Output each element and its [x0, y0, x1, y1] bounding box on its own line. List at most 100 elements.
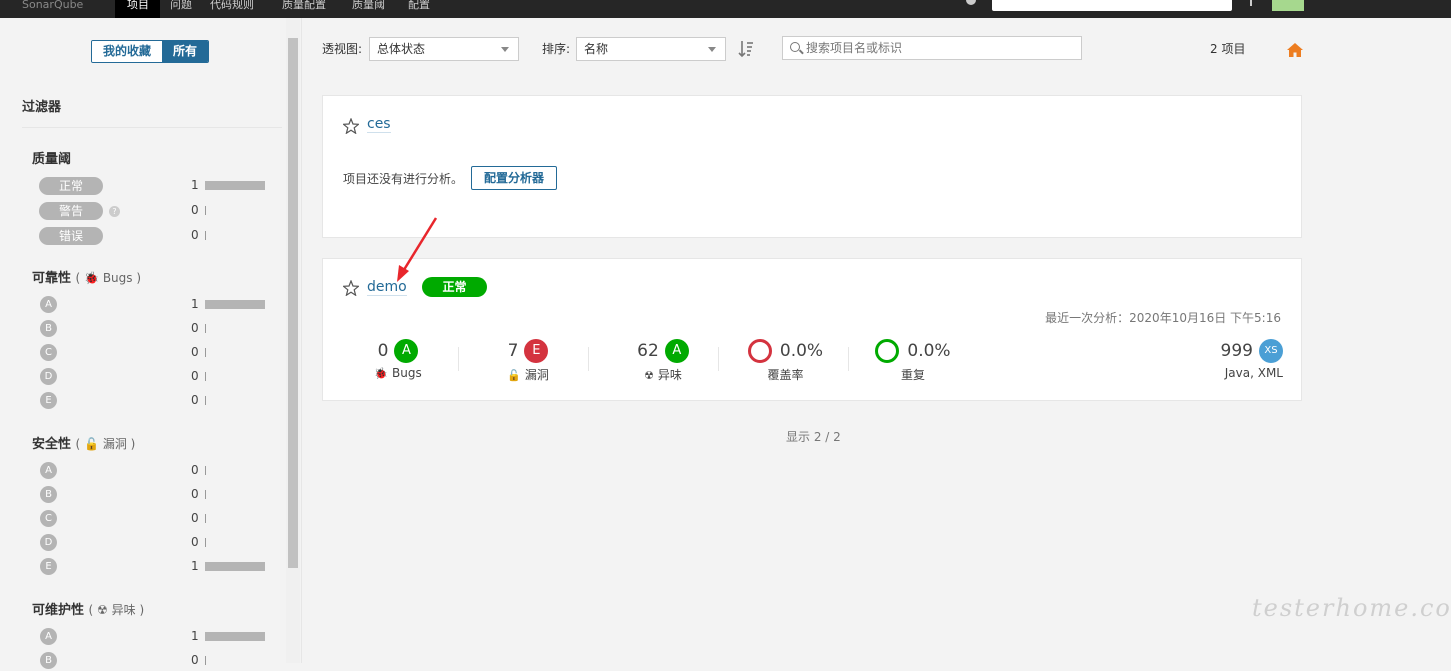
filter-count: 0: [191, 345, 199, 359]
filter-item-qg-passed[interactable]: 正常 1: [32, 176, 272, 196]
coverage-value: 0.0%: [779, 341, 824, 361]
help-icon[interactable]: ?: [109, 206, 120, 217]
filter-bar: [205, 206, 206, 215]
nav-quality-profiles[interactable]: 质量配置: [282, 0, 342, 18]
filter-item-security-e[interactable]: E1: [32, 557, 272, 577]
filters-title: 过滤器: [22, 100, 62, 115]
sort-order-icon[interactable]: [738, 40, 754, 58]
filter-item-reliability-b[interactable]: B0: [32, 319, 272, 339]
top-navigation-bar: SonarQube 项目 问题 代码规则 质量配置 质量阈 配置: [0, 0, 1451, 18]
divider: [588, 347, 589, 371]
filter-item-qg-error[interactable]: 错误 0: [32, 226, 272, 246]
measure-code-smells[interactable]: 62 A ☢ 异味: [618, 339, 708, 385]
sidebar-scrollbar-thumb[interactable]: [288, 38, 298, 568]
status-pill: 错误: [39, 227, 103, 245]
logo[interactable]: SonarQube: [22, 0, 102, 18]
rating-circle: A: [40, 296, 57, 313]
status-pill: 警告: [39, 202, 103, 220]
measure-vulnerabilities[interactable]: 7E 🔓 漏洞: [493, 339, 563, 385]
languages: Java, XML: [1224, 366, 1283, 380]
quality-gate-filter-title: 质量阈: [32, 152, 72, 167]
filter-bar: [205, 181, 265, 190]
all-button[interactable]: 所有: [162, 41, 209, 62]
project-link-ces[interactable]: ces: [367, 116, 391, 133]
filter-bar: [205, 324, 206, 333]
star-icon[interactable]: [343, 118, 359, 134]
rating-circle: A: [40, 462, 57, 479]
last-analysis-date: 最近一次分析：2020年10月16日 下午5:16: [1045, 311, 1281, 325]
vulnerabilities-rating: E: [524, 339, 549, 363]
star-icon[interactable]: [343, 280, 359, 296]
filter-item-security-b[interactable]: B0: [32, 485, 272, 505]
annotation-arrow-icon: [397, 217, 438, 282]
measure-bugs[interactable]: 0A 🐞 Bugs: [363, 339, 433, 385]
search-icon: [790, 42, 800, 52]
code-smells-value: 62: [637, 341, 659, 361]
rating-circle: C: [40, 344, 57, 361]
bug-icon: 🐞: [84, 271, 99, 285]
measure-duplications[interactable]: 0.0% 重复: [873, 339, 953, 385]
filter-item-security-a[interactable]: A0: [32, 461, 272, 481]
filter-item-reliability-a[interactable]: A1: [32, 295, 272, 315]
shown-count: 显示 2 / 2: [786, 430, 841, 444]
rating-circle: D: [40, 534, 57, 551]
bug-icon: 🐞: [374, 367, 388, 380]
divider: [718, 347, 719, 371]
chevron-down-icon: [708, 47, 716, 52]
filter-item-security-d[interactable]: D0: [32, 533, 272, 553]
rating-circle: C: [40, 510, 57, 527]
configure-analysis-button[interactable]: 配置分析器: [471, 166, 558, 190]
avatar[interactable]: [1272, 0, 1304, 11]
filter-count: 1: [191, 559, 199, 573]
lock-icon: 🔓: [507, 369, 521, 382]
measure-size[interactable]: 999 XS Java, XML: [1191, 339, 1283, 385]
filter-bar: [205, 632, 265, 641]
rating-circle: E: [40, 558, 57, 575]
perspective-select[interactable]: 总体状态: [369, 37, 519, 61]
reliability-filter-title: 可靠性 ( 🐞 Bugs ): [32, 267, 141, 286]
nav-projects[interactable]: 项目: [115, 0, 160, 18]
reliability-title-text: 可靠性: [32, 271, 72, 286]
rating-circle: D: [40, 368, 57, 385]
code-smell-icon: ☢: [644, 369, 654, 382]
nav-quality-gates[interactable]: 质量阈: [352, 0, 397, 18]
plus-icon[interactable]: [1250, 0, 1252, 6]
security-sub: ( 🔓 漏洞 ): [75, 437, 136, 451]
favorites-button[interactable]: 我的收藏: [92, 41, 163, 62]
filter-item-security-c[interactable]: C0: [32, 509, 272, 529]
filter-item-reliability-c[interactable]: C0: [32, 343, 272, 363]
filter-count: 0: [191, 653, 199, 667]
filter-item-maintainability-a[interactable]: A1: [32, 627, 272, 647]
filter-item-reliability-d[interactable]: D0: [32, 367, 272, 387]
filter-item-qg-warning[interactable]: 警告 ? 0: [32, 201, 272, 221]
duplications-value: 0.0%: [907, 341, 951, 361]
filter-item-maintainability-b[interactable]: B0: [32, 651, 272, 671]
nav-rules[interactable]: 代码规则: [210, 0, 270, 18]
filter-count: 0: [191, 535, 199, 549]
size-rating: XS: [1259, 339, 1283, 363]
global-search-input[interactable]: [992, 0, 1232, 11]
measure-coverage[interactable]: 0.0% 覆盖率: [743, 339, 828, 385]
project-search[interactable]: [782, 36, 1082, 60]
filter-bar: [205, 562, 265, 571]
nav-issues[interactable]: 问题: [170, 0, 200, 18]
rating-circle: B: [40, 486, 57, 503]
filter-count: 0: [191, 393, 199, 407]
code-smells-rating: A: [664, 339, 689, 363]
filter-item-reliability-e[interactable]: E0: [32, 391, 272, 411]
filter-bar: [205, 396, 206, 405]
home-icon[interactable]: [1286, 41, 1304, 59]
filter-count: 1: [191, 178, 199, 192]
nav-administration[interactable]: 配置: [408, 0, 443, 18]
code-smell-icon: ☢: [97, 603, 108, 617]
coverage-donut-icon: [747, 339, 772, 363]
filter-bar: [205, 514, 206, 523]
project-search-input[interactable]: [806, 39, 1076, 57]
sort-value: 名称: [584, 42, 609, 56]
help-icon[interactable]: [966, 0, 976, 5]
filter-bar: [205, 466, 206, 475]
filter-bar: [205, 656, 206, 665]
divider: [22, 127, 282, 128]
sort-select[interactable]: 名称: [576, 37, 726, 61]
lock-icon: 🔓: [84, 437, 99, 451]
